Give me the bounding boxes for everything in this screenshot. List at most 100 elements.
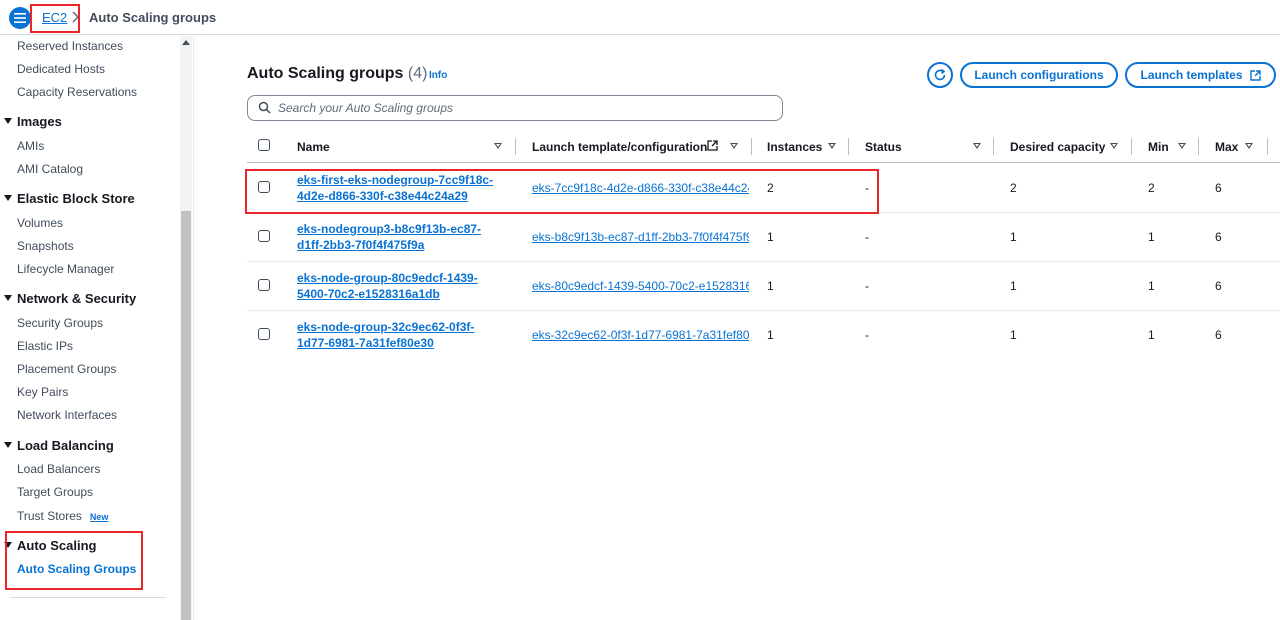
cell-max: 6 [1215, 181, 1222, 195]
asg-name-line: 1d77-6981-7a31fef80e30 [297, 336, 434, 350]
sidebar-item-elastic-ips[interactable]: Elastic IPs [17, 339, 73, 353]
column-divider[interactable] [751, 138, 752, 155]
column-divider[interactable] [515, 138, 516, 155]
sidebar-item-placement-groups[interactable]: Placement Groups [17, 362, 116, 376]
column-divider[interactable] [848, 138, 849, 155]
asg-name-link[interactable]: eks-node-group-32c9ec62-0f3f- 1d77-6981-7… [297, 319, 502, 351]
sort-icon[interactable] [494, 143, 502, 149]
row-divider [247, 310, 1280, 311]
group-count: (4) [407, 65, 428, 82]
sidebar-item-key-pairs[interactable]: Key Pairs [17, 385, 68, 399]
menu-icon[interactable] [9, 7, 31, 29]
row-checkbox[interactable] [258, 230, 270, 242]
column-divider[interactable] [1198, 138, 1199, 155]
sidebar-item-load-balancers[interactable]: Load Balancers [17, 462, 100, 476]
launch-template-link[interactable]: eks-b8c9f13b-ec87-d1ff-2bb3-7f0f4f475f9a [532, 230, 749, 244]
column-header-status[interactable]: Status [865, 140, 902, 154]
cell-desired-capacity: 2 [1010, 181, 1017, 195]
cell-desired-capacity: 1 [1010, 279, 1017, 293]
new-badge: New [89, 512, 109, 522]
sidebar-section-images[interactable]: Images [17, 114, 62, 129]
asg-name-line: eks-node-group-80c9edcf-1439- [297, 271, 478, 285]
sidebar-item-target-groups[interactable]: Target Groups [17, 485, 93, 499]
sidebar-item-network-interfaces[interactable]: Network Interfaces [17, 408, 117, 422]
sidebar-item-amis[interactable]: AMIs [17, 139, 44, 153]
caret-down-icon[interactable] [4, 195, 12, 201]
cell-max: 6 [1215, 328, 1222, 342]
column-divider[interactable] [1131, 138, 1132, 155]
cell-min: 2 [1148, 181, 1155, 195]
page-title-text: Auto Scaling groups [247, 65, 404, 82]
info-link[interactable]: Info [429, 70, 447, 81]
sidebar-section-load-balancing[interactable]: Load Balancing [17, 438, 114, 453]
column-header-max[interactable]: Max [1215, 140, 1238, 154]
external-link-icon [1249, 69, 1261, 81]
sidebar-border [193, 36, 194, 620]
asg-name-line: eks-nodegroup3-b8c9f13b-ec87- [297, 222, 482, 236]
cell-min: 1 [1148, 328, 1155, 342]
launch-configurations-label: Launch configurations [974, 68, 1104, 82]
caret-down-icon[interactable] [4, 118, 12, 124]
scroll-up-arrow-icon[interactable] [182, 40, 190, 45]
highlight-box-row [245, 169, 879, 214]
sidebar-item-snapshots[interactable]: Snapshots [17, 239, 74, 253]
cell-status: - [865, 230, 869, 244]
row-divider [247, 261, 1280, 262]
search-box [247, 95, 783, 121]
row-checkbox[interactable] [258, 279, 270, 291]
cell-status: - [865, 328, 869, 342]
cell-instances: 1 [767, 279, 774, 293]
asg-name-link[interactable]: eks-nodegroup3-b8c9f13b-ec87- d1ff-2bb3-7… [297, 221, 502, 253]
cell-max: 6 [1215, 230, 1222, 244]
launch-templates-button[interactable]: Launch templates [1125, 62, 1276, 88]
column-header-name[interactable]: Name [297, 140, 330, 154]
search-icon [258, 101, 271, 114]
asg-name-line: eks-node-group-32c9ec62-0f3f- [297, 320, 475, 334]
sort-icon[interactable] [973, 143, 981, 149]
column-header-instances[interactable]: Instances [767, 140, 822, 154]
sidebar-item-dedicated-hosts[interactable]: Dedicated Hosts [17, 62, 105, 76]
search-input[interactable] [278, 98, 773, 118]
sort-icon[interactable] [730, 143, 738, 149]
column-divider[interactable] [1267, 138, 1268, 155]
sidebar-section-network-security[interactable]: Network & Security [17, 291, 136, 306]
sidebar-item-security-groups[interactable]: Security Groups [17, 316, 103, 330]
cell-desired-capacity: 1 [1010, 328, 1017, 342]
launch-configurations-button[interactable]: Launch configurations [960, 62, 1118, 88]
top-breadcrumb-bar: EC2 Auto Scaling groups [0, 0, 1280, 35]
column-header-desired-capacity[interactable]: Desired capacity [1010, 140, 1105, 154]
sidebar-item-trust-stores-label: Trust Stores [17, 509, 82, 523]
sidebar-section-ebs[interactable]: Elastic Block Store [17, 191, 135, 206]
breadcrumb-current: Auto Scaling groups [89, 10, 217, 25]
sort-icon[interactable] [1245, 143, 1253, 149]
refresh-icon [934, 68, 946, 81]
launch-template-link[interactable]: eks-80c9edcf-1439-5400-70c2-e1528316a1db [532, 279, 749, 293]
sidebar-item-reserved-instances[interactable]: Reserved Instances [17, 39, 123, 53]
launch-template-link[interactable]: eks-32c9ec62-0f3f-1d77-6981-7a31fef80e30 [532, 328, 749, 342]
sort-icon[interactable] [1178, 143, 1186, 149]
column-divider[interactable] [993, 138, 994, 155]
caret-down-icon[interactable] [4, 295, 12, 301]
asg-name-line: d1ff-2bb3-7f0f4f475f9a [297, 238, 425, 252]
sidebar-item-capacity-reservations[interactable]: Capacity Reservations [17, 85, 137, 99]
sort-icon[interactable] [1110, 143, 1118, 149]
select-all-checkbox[interactable] [258, 139, 270, 151]
sidebar-item-ami-catalog[interactable]: AMI Catalog [17, 162, 83, 176]
highlight-box-auto-scaling [5, 531, 143, 590]
row-checkbox[interactable] [258, 328, 270, 340]
sidebar-item-lifecycle-manager[interactable]: Lifecycle Manager [17, 262, 114, 276]
caret-down-icon[interactable] [4, 442, 12, 448]
scrollbar-thumb[interactable] [181, 211, 191, 620]
sidebar-item-volumes[interactable]: Volumes [17, 216, 63, 230]
column-header-min[interactable]: Min [1148, 140, 1169, 154]
highlight-box-ec2 [30, 4, 80, 33]
asg-name-link[interactable]: eks-node-group-80c9edcf-1439- 5400-70c2-e… [297, 270, 502, 302]
sort-icon[interactable] [828, 143, 836, 149]
cell-min: 1 [1148, 279, 1155, 293]
external-link-icon[interactable] [707, 140, 718, 151]
column-header-launch-template[interactable]: Launch template/configuration [532, 140, 707, 154]
cell-instances: 1 [767, 328, 774, 342]
sidebar-item-trust-stores[interactable]: Trust Stores New [17, 509, 108, 523]
refresh-button[interactable] [927, 62, 953, 88]
cell-desired-capacity: 1 [1010, 230, 1017, 244]
